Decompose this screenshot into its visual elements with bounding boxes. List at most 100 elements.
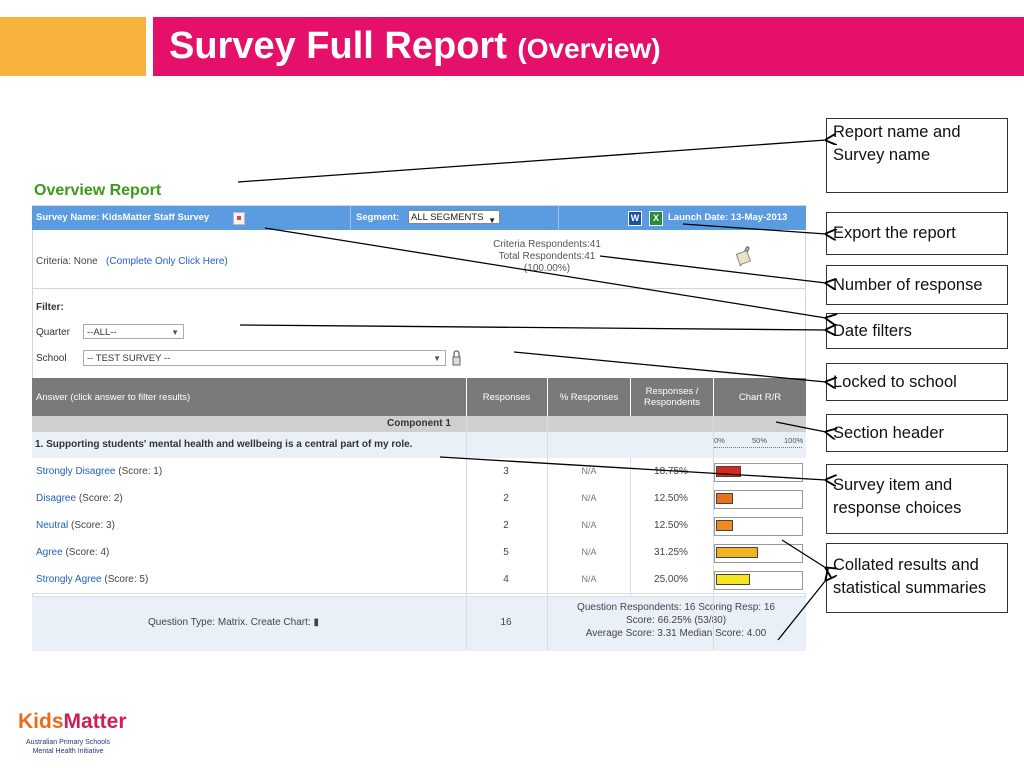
logo-matter: Matter — [63, 710, 127, 733]
summary-row: Question Type: Matrix. Create Chart: ▮ 1… — [32, 596, 806, 651]
answer-link[interactable]: Agree — [36, 547, 63, 558]
answer-link[interactable]: Neutral — [36, 520, 68, 531]
col-line — [713, 416, 714, 650]
scale-axis — [714, 446, 802, 448]
col-pct-responses: % Responses — [559, 391, 619, 403]
scale-label: 0% — [714, 436, 725, 445]
criteria: Criteria: None (Complete Only Click Here… — [36, 256, 228, 267]
pct-responses-cell: N/A — [581, 547, 597, 557]
bar-chart-bar — [716, 574, 750, 585]
summary-total: 16 — [500, 617, 512, 628]
bar-chart-cell — [714, 571, 803, 590]
bar-chart-cell — [714, 517, 803, 536]
school-label: School — [36, 353, 67, 364]
resp-per-respondents-cell: 12.50% — [654, 493, 688, 504]
summary-line: Score: 66.25% (53/80) — [625, 615, 727, 626]
responses-cell: 3 — [503, 466, 509, 477]
slide-title-main: Survey Full Report — [169, 25, 507, 67]
bar-chart-cell — [714, 463, 803, 482]
paperclip-icon[interactable] — [736, 246, 752, 268]
chevron-down-icon: ▼ — [171, 328, 179, 337]
report-title: Overview Report — [34, 182, 162, 199]
scale-label: 100% — [784, 436, 804, 445]
word-export-icon[interactable]: W — [628, 211, 642, 226]
create-chart-icon[interactable]: ▮ — [313, 617, 319, 628]
col-line — [630, 458, 631, 596]
respondent-counts: Criteria Respondents:41 Total Respondent… — [462, 239, 632, 275]
total-respondents: Total Respondents:41 — [498, 251, 596, 262]
resp-per-respondents-cell: 25.00% — [654, 574, 688, 585]
logo-line: Mental Health Initiative — [32, 748, 104, 755]
resp-per-respondents-cell: 12.50% — [654, 520, 688, 531]
component-header: Component 1 — [32, 416, 806, 432]
criteria-respondents: Criteria Respondents:41 — [493, 239, 601, 250]
summary-line: Average Score: 3.31 Median Score: 4.00 — [585, 628, 767, 639]
logo-kids: Kids — [18, 710, 64, 733]
answer-cell: Agree (Score: 4) — [36, 547, 109, 558]
callout-survey-item: Survey item and response choices — [826, 464, 1008, 534]
slide-title-sub: (Overview) — [517, 33, 661, 64]
logo-wordmark: KidsMatter — [18, 710, 127, 734]
lock-icon — [452, 350, 461, 366]
report-header-bar: Survey Name: KidsMatter Staff Survey Seg… — [32, 206, 806, 230]
title-bar: Survey Full Report (Overview) — [153, 17, 1024, 76]
results-header: Answer (click answer to filter results) … — [32, 378, 806, 416]
bar-chart-bar — [716, 520, 733, 531]
slide-title: Survey Full Report (Overview) — [169, 25, 661, 70]
resp-per-respondents-cell: 18.75% — [654, 466, 688, 477]
logo-line: Australian Primary Schools — [26, 739, 111, 746]
callout-export: Export the report — [826, 212, 1008, 255]
section-divider — [32, 288, 806, 289]
table-row: Disagree (Score: 2) 2 N/A 12.50% — [32, 485, 806, 513]
answer-cell: Strongly Disagree (Score: 1) — [36, 466, 162, 477]
answer-link[interactable]: Strongly Agree — [36, 574, 102, 585]
quarter-value: --ALL-- — [87, 327, 117, 338]
responses-cell: 5 — [503, 547, 509, 558]
launch-date: Launch Date: 13-May-2013 — [668, 212, 788, 223]
pct-responses-cell: N/A — [581, 520, 597, 530]
school-select[interactable]: -- TEST SURVEY -- ▼ — [83, 350, 446, 366]
table-row: Strongly Agree (Score: 5) 4 N/A 25.00% — [32, 566, 806, 594]
logo-tagline: Australian Primary Schools Mental Health… — [26, 738, 110, 756]
col-answer[interactable]: Answer (click answer to filter results) — [32, 378, 466, 416]
school-value: -- TEST SURVEY -- — [87, 353, 171, 364]
responses-cell: 2 — [503, 493, 509, 504]
answer-cell: Neutral (Score: 3) — [36, 520, 115, 531]
criteria-label: Criteria: None — [36, 256, 98, 267]
segment-select[interactable]: ALL SEGMENTS ▼ — [408, 210, 500, 225]
table-row: Neutral (Score: 3) 2 N/A 12.50% — [32, 512, 806, 540]
pct-responses-cell: N/A — [581, 466, 597, 476]
arrow-report-name — [237, 140, 826, 183]
bar-chart-cell — [714, 490, 803, 509]
answer-link[interactable]: Disagree — [36, 493, 76, 504]
filter-label: Filter: — [36, 302, 64, 313]
col-chart: Chart R/R — [738, 391, 782, 403]
complete-only-link[interactable]: (Complete Only Click Here) — [106, 256, 228, 267]
question-text: 1. Supporting students' mental health an… — [35, 439, 413, 450]
answer-cell: Strongly Agree (Score: 5) — [36, 574, 148, 585]
callout-locked-school: Locked to school — [826, 363, 1008, 401]
bar-chart-bar — [716, 493, 733, 504]
col-responses: Responses — [482, 391, 531, 403]
header-divider — [558, 206, 559, 230]
callout-report-name: Report name and Survey name — [826, 118, 1008, 193]
total-respondents-pct: (100.00%) — [523, 263, 571, 274]
quarter-label: Quarter — [36, 327, 70, 338]
quarter-select[interactable]: --ALL-- ▼ — [83, 324, 184, 339]
excel-export-icon[interactable]: X — [649, 211, 663, 226]
survey-name: Survey Name: KidsMatter Staff Survey — [36, 212, 210, 223]
bar-chart-bar — [716, 547, 758, 558]
responses-cell: 2 — [503, 520, 509, 531]
col-line — [547, 416, 548, 650]
answer-score: (Score: 4) — [65, 547, 110, 558]
summary-line: Question Respondents: 16 Scoring Resp: 1… — [577, 602, 775, 613]
segment-label: Segment: — [356, 212, 400, 223]
table-row: Agree (Score: 4) 5 N/A 31.25% — [32, 539, 806, 567]
question-row: 1. Supporting students' mental health an… — [32, 432, 806, 458]
callout-number-response: Number of response — [826, 265, 1008, 305]
answer-link[interactable]: Strongly Disagree — [36, 466, 115, 477]
survey-info-icon[interactable] — [233, 212, 245, 225]
chevron-down-icon: ▼ — [433, 354, 441, 363]
callout-date-filters: Date filters — [826, 313, 1008, 349]
pct-responses-cell: N/A — [581, 493, 597, 503]
